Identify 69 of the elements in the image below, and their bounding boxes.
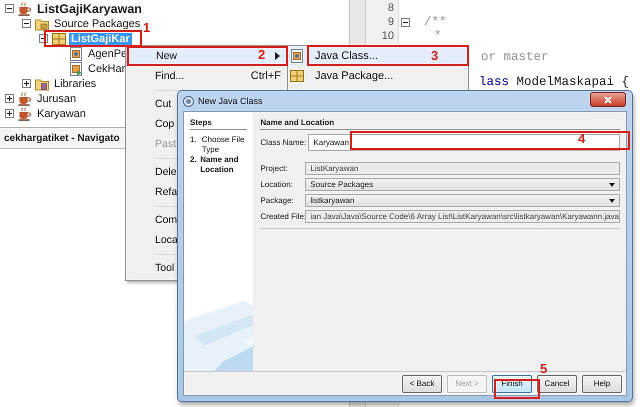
field-label: Project: [260, 164, 289, 173]
menu-item[interactable]: Tool [126, 258, 178, 278]
step-number: 1 [143, 21, 150, 34]
caret-icon [609, 198, 615, 202]
step-number: 5 [540, 362, 548, 375]
menu-item[interactable]: Refa [126, 182, 178, 202]
menu-item[interactable]: Java Class... [315, 50, 378, 62]
tree-item[interactable]: Libraries [52, 78, 98, 90]
section-title: Steps [190, 118, 248, 130]
collapse-icon[interactable] [5, 4, 14, 13]
class-file-icon [290, 49, 304, 63]
app-icon [183, 96, 194, 106]
collapse-icon[interactable] [22, 19, 31, 28]
code-line: lass ModelMaskapai { [479, 75, 630, 89]
class-file-icon [69, 46, 83, 60]
menu-item[interactable]: Cop [126, 114, 178, 134]
fold-icon[interactable] [401, 18, 410, 26]
expand-icon[interactable] [5, 94, 14, 103]
menu-item[interactable]: Java Package... [315, 70, 394, 82]
close-button[interactable] [590, 92, 626, 107]
panel-title: cekhargatiket - Navigato [4, 132, 120, 144]
tree-item[interactable]: CekHar [86, 62, 128, 74]
wizard-step: 1. Choose File Type [190, 135, 248, 155]
dropdown[interactable]: listkaryawan [305, 194, 620, 207]
readonly-field: ListKaryawan [305, 162, 620, 175]
dialog-button[interactable]: Help [582, 374, 622, 392]
menu-item[interactable]: Com [126, 210, 178, 230]
readonly-field: ian Java\Java\Source Code\6 Array List\ListKaryawan\src\listkaryawan\Karyawann.java [305, 210, 620, 223]
code-line: or master [481, 50, 549, 64]
step-number: 4 [578, 132, 586, 145]
close-icon [604, 96, 612, 104]
field-label: Location: [260, 180, 294, 189]
class-file-icon [69, 62, 83, 76]
tree-item[interactable]: Source Packages [52, 18, 142, 30]
folder-icon [35, 16, 49, 30]
field-label: Created File: [260, 212, 306, 221]
section-title: Name and Location [260, 118, 620, 130]
cup-icon [18, 106, 32, 120]
line-number: 8 [388, 1, 394, 16]
window-title: New Java Class [198, 96, 263, 106]
tree-item[interactable]: ListGajiKaryawan [35, 2, 144, 14]
highlight-frame [494, 379, 540, 399]
step-number: 2 [258, 48, 266, 61]
tree-item[interactable]: Karyawan [35, 108, 88, 120]
wizard-step: 2. Name and Location [190, 155, 248, 175]
line-number: 9 [388, 15, 394, 30]
line-number: 10 [382, 29, 394, 44]
code-line: /** [424, 15, 447, 29]
dialog-button[interactable]: Cancel [537, 374, 577, 392]
folder-icon [35, 76, 49, 90]
shortcut-label: Ctrl+F [250, 70, 281, 82]
menu-item[interactable]: Dele [126, 162, 178, 182]
tree-item[interactable]: Jurusan [35, 92, 78, 104]
menu-item[interactable]: Loca [126, 230, 178, 250]
caret-icon [609, 182, 615, 186]
expand-icon[interactable] [5, 109, 14, 118]
dialog-button[interactable]: < Back [402, 374, 442, 392]
package-icon [290, 69, 304, 83]
step-number: 3 [431, 49, 438, 62]
code-line: * [434, 29, 442, 43]
dropdown[interactable]: Source Packages [305, 178, 620, 191]
field-label: Package: [260, 196, 295, 205]
menu-item[interactable]: Find... Ctrl+F [126, 66, 289, 86]
cup-icon [18, 92, 32, 106]
menu-item[interactable]: Cut [126, 94, 178, 114]
expand-icon[interactable] [22, 79, 31, 88]
field-label: Class Name: [260, 138, 308, 147]
cup-icon [18, 2, 32, 16]
package-icon [52, 32, 66, 46]
